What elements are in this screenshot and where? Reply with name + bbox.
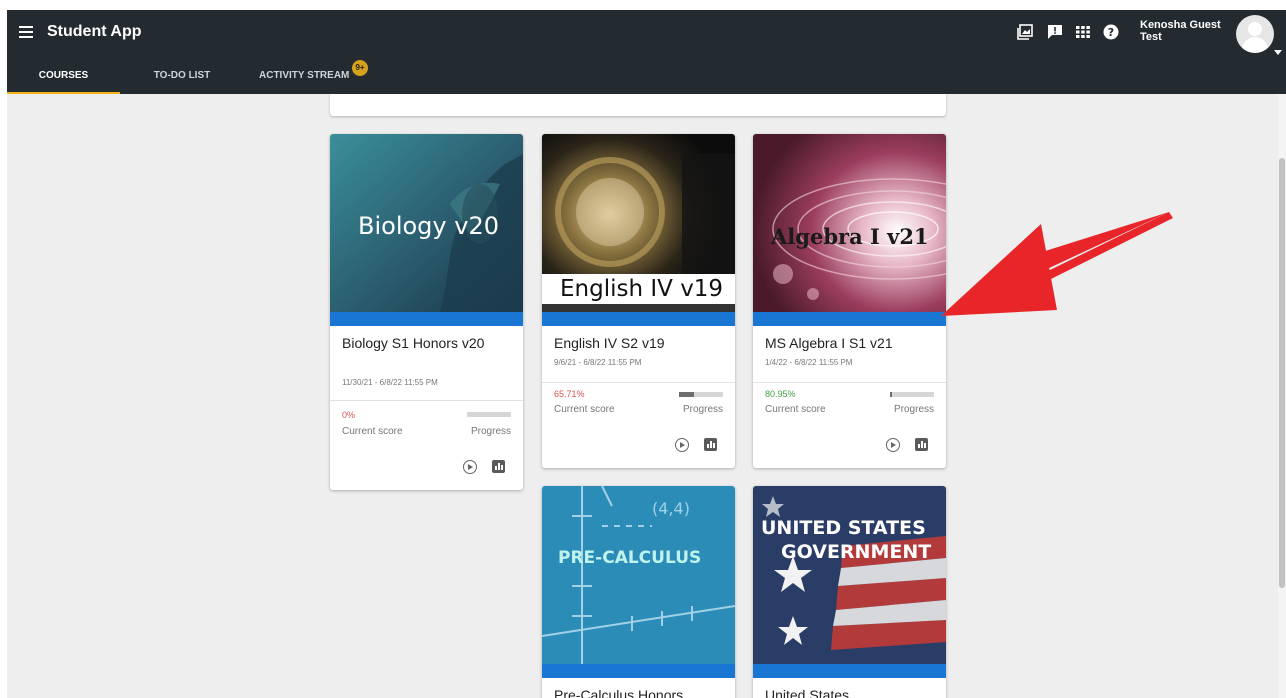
chevron-down-icon[interactable] [1274, 50, 1282, 55]
course-dates: 9/6/21 - 6/8/22 11:55 PM [554, 358, 642, 367]
course-color-bar [753, 664, 946, 678]
course-color-bar [330, 312, 523, 326]
progress-bar-fill [679, 392, 695, 397]
play-icon[interactable] [675, 438, 689, 452]
progress-label: Progress [470, 426, 511, 437]
gallery-icon[interactable] [1017, 24, 1033, 40]
card-divider [753, 382, 946, 383]
tab-todo-list-label: TO-DO LIST [153, 70, 211, 81]
hamburger-menu-icon[interactable] [17, 23, 37, 43]
course-dates: 11/30/21 - 6/8/22 11:55 PM [342, 378, 438, 387]
course-image-precalculus[interactable]: (4,4) PRE-CALCULUS [542, 486, 735, 664]
course-title[interactable]: MS Algebra I S1 v21 [765, 333, 935, 353]
current-score-label: Current score [554, 404, 615, 415]
user-name-line1: Kenosha Guest [1140, 19, 1221, 31]
tab-activity-stream[interactable]: ACTIVITY STREAM 9+ [259, 60, 369, 94]
current-score-label: Current score [342, 426, 403, 437]
course-image-us-government[interactable]: UNITED STATES GOVERNMENT [753, 486, 946, 664]
course-image-title: PRE-CALCULUS [558, 548, 702, 568]
course-image-title: Algebra I v21 [771, 224, 929, 249]
svg-text:?: ? [1108, 26, 1114, 39]
course-color-bar [753, 312, 946, 326]
course-title[interactable]: Biology S1 Honors v20 [342, 333, 512, 353]
course-title[interactable]: Pre-Calculus Honors [554, 685, 724, 698]
feedback-icon[interactable] [1047, 24, 1063, 40]
course-title[interactable]: English IV S2 v19 [554, 333, 724, 353]
course-image-title-line1: UNITED STATES [761, 517, 926, 539]
scrollbar-thumb[interactable] [1279, 158, 1285, 588]
course-image-title-line2: GOVERNMENT [781, 541, 932, 563]
annotation-arrow-icon [941, 212, 1173, 316]
current-score-value: 80.95% [765, 389, 796, 399]
user-name-line2: Test [1140, 31, 1162, 43]
course-image-title: Biology v20 [358, 212, 499, 240]
course-image-biology[interactable]: Biology v20 [330, 134, 523, 312]
course-color-bar [542, 312, 735, 326]
courses-content: Biology v20 Biology S1 Honors v20 11/30/… [7, 94, 1286, 698]
progress-bar [679, 392, 723, 397]
progress-label: Progress [893, 404, 934, 415]
stats-icon[interactable] [915, 438, 928, 451]
help-icon[interactable]: ? [1103, 24, 1119, 40]
notification-badge: 9+ [352, 60, 368, 76]
course-card-precalculus[interactable]: (4,4) PRE-CALCULUS Pre-Calculus Honors [542, 486, 735, 698]
stats-icon[interactable] [704, 438, 717, 451]
course-title[interactable]: United States [765, 685, 935, 698]
course-card-biology[interactable]: Biology v20 Biology S1 Honors v20 11/30/… [330, 134, 523, 490]
progress-bar [467, 412, 511, 417]
progress-bar-fill [890, 392, 892, 397]
tab-courses[interactable]: COURSES [7, 62, 120, 94]
course-image-english[interactable]: English IV v19 [542, 134, 735, 312]
svg-text:(4,4): (4,4) [652, 499, 690, 518]
avatar[interactable] [1236, 15, 1274, 53]
progress-label: Progress [682, 404, 723, 415]
app-title: Student App [47, 23, 142, 40]
course-card-algebra[interactable]: Algebra I v21 MS Algebra I S1 v21 1/4/22… [753, 134, 946, 468]
course-card-us-government[interactable]: UNITED STATES GOVERNMENT United States [753, 486, 946, 698]
progress-bar [890, 392, 934, 397]
user-name[interactable]: Kenosha Guest Test [1140, 19, 1221, 43]
current-score-value: 0% [342, 410, 356, 420]
current-score-label: Current score [765, 404, 826, 415]
window-top-edge [0, 0, 1286, 10]
course-image-algebra[interactable]: Algebra I v21 [753, 134, 946, 312]
course-dates: 1/4/22 - 6/8/22 11:55 PM [765, 358, 853, 367]
tab-courses-label: COURSES [38, 70, 89, 81]
course-image-title: English IV v19 [560, 276, 724, 302]
apps-grid-icon[interactable] [1075, 24, 1091, 40]
play-icon[interactable] [463, 460, 477, 474]
previous-card-bottom [330, 94, 946, 116]
card-divider [542, 382, 735, 383]
vertical-scrollbar[interactable] [1278, 94, 1286, 698]
current-score-value: 65.71% [554, 389, 585, 399]
course-color-bar [542, 664, 735, 678]
card-divider [330, 400, 523, 401]
tab-todo-list[interactable]: TO-DO LIST [137, 62, 227, 94]
tab-activity-stream-label: ACTIVITY STREAM [259, 70, 350, 81]
play-icon[interactable] [886, 438, 900, 452]
course-card-english[interactable]: English IV v19 English IV S2 v19 9/6/21 … [542, 134, 735, 468]
app-bar: Student App COURSES TO-DO LIST ACTIVITY … [7, 10, 1286, 94]
course-image-title: UNITED STATES GOVERNMENT [761, 516, 931, 564]
stats-icon[interactable] [492, 460, 505, 473]
